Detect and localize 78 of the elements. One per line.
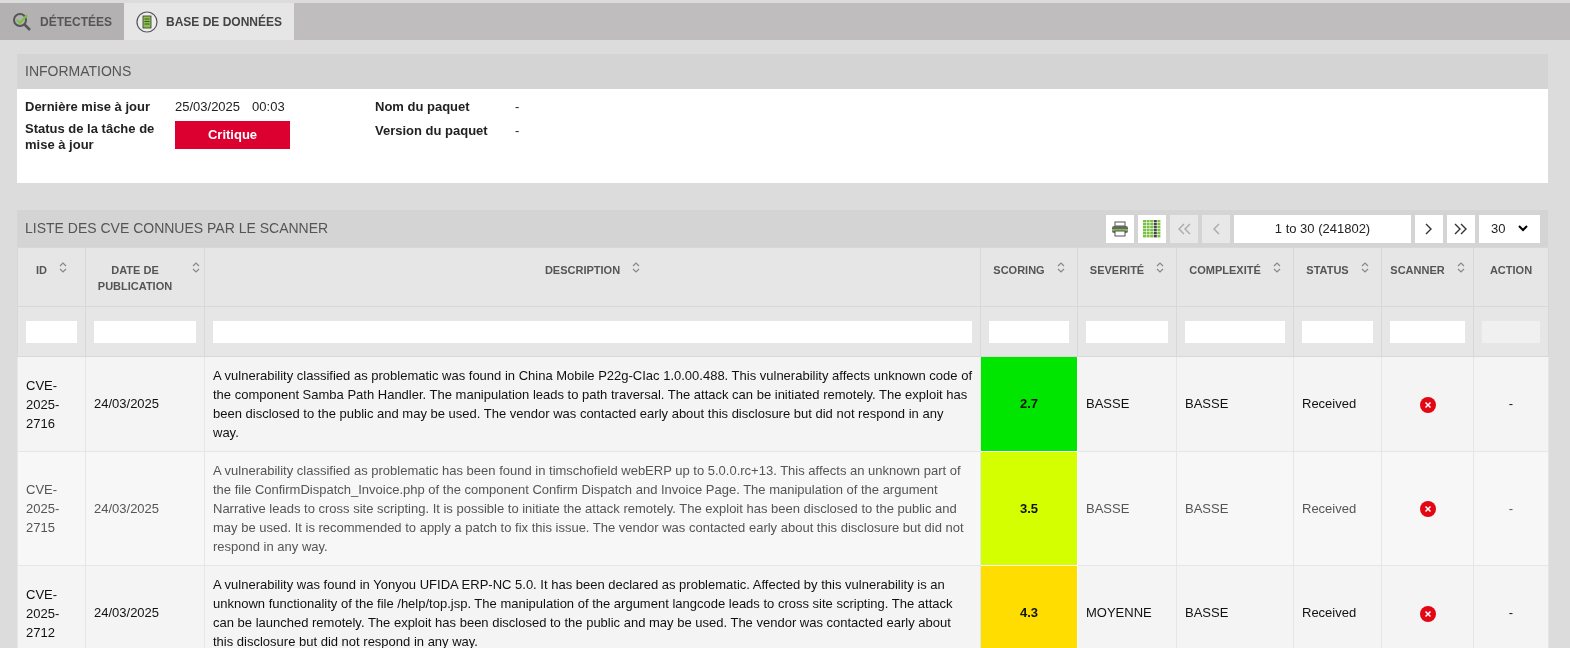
update-time: 00:03 bbox=[252, 98, 285, 116]
severity-text: BASSE bbox=[1086, 396, 1130, 412]
sort-icon[interactable] bbox=[632, 262, 641, 273]
cve-id: CVE-2025-2712 bbox=[26, 585, 61, 642]
filter-field[interactable] bbox=[1302, 320, 1373, 343]
score-cell: 2.7 bbox=[980, 356, 1078, 452]
column-header: STATUS bbox=[1306, 263, 1349, 278]
severity-text: BASSE bbox=[1086, 500, 1130, 516]
error-icon bbox=[1419, 501, 1436, 518]
severity-text: MOYENNE bbox=[1086, 605, 1152, 621]
error-icon bbox=[1419, 605, 1436, 622]
grid-icon bbox=[1143, 219, 1161, 238]
package-name-value: - bbox=[515, 98, 521, 116]
filter-field[interactable] bbox=[26, 320, 77, 343]
columns-button[interactable] bbox=[1138, 214, 1166, 243]
action-text: - bbox=[1508, 605, 1514, 621]
sort-icon[interactable] bbox=[1360, 262, 1369, 273]
description-text: A vulnerability classified as problematic was found in China Mobile P22g-CIac 1.0.00.488. This vulnerability affects unknown code of the component Samba Path Handler. The manipulation leads to path traversal. The attack can be initiated remotely. The exploit has been disclosed to the public and may be used. The vendor was contacted early about this disclosure but did not respond in any way. bbox=[213, 367, 972, 442]
column-header: SCORING bbox=[993, 263, 1045, 278]
publication-date: 24/03/2025 bbox=[94, 500, 160, 516]
clipboard-icon bbox=[136, 10, 158, 33]
publication-date: 24/03/2025 bbox=[94, 396, 160, 412]
filter-field[interactable] bbox=[1390, 320, 1465, 343]
panel-header: INFORMATIONS bbox=[17, 54, 1548, 89]
filter-field[interactable] bbox=[1185, 320, 1285, 343]
filter-field[interactable] bbox=[94, 320, 196, 343]
column-header: ID bbox=[36, 263, 47, 278]
page-range-field[interactable]: 1 to 30 (241802) bbox=[1234, 214, 1411, 243]
column-header: DATE DE PUBLICATION bbox=[96, 263, 174, 294]
status-text: Received bbox=[1302, 500, 1357, 516]
filter-field[interactable] bbox=[1086, 320, 1168, 343]
status-text: Received bbox=[1302, 396, 1357, 412]
printer-icon bbox=[1111, 220, 1129, 237]
column-header: ACTION bbox=[1489, 263, 1533, 278]
double-chevron-left-icon bbox=[1177, 222, 1191, 235]
sort-icon[interactable] bbox=[192, 262, 200, 273]
chevron-right-icon bbox=[1425, 222, 1433, 235]
last-page-button[interactable] bbox=[1447, 214, 1475, 243]
filter-field[interactable] bbox=[213, 320, 972, 343]
column-header: SEVERITÉ bbox=[1089, 263, 1145, 278]
column-header: SCANNER bbox=[1390, 263, 1445, 278]
chevron-left-icon bbox=[1212, 222, 1220, 235]
sort-icon[interactable] bbox=[1272, 262, 1281, 273]
sort-icon[interactable] bbox=[1456, 262, 1465, 273]
complexity-text: BASSE bbox=[1185, 396, 1229, 412]
field-label: Dernière mise à jour bbox=[25, 98, 151, 116]
magnifier-check-icon bbox=[12, 11, 32, 32]
publication-date: 24/03/2025 bbox=[94, 605, 160, 621]
action-text: - bbox=[1508, 396, 1514, 412]
complexity-text: BASSE bbox=[1185, 605, 1229, 621]
action-text: - bbox=[1508, 500, 1514, 516]
field-label: Nom du paquet bbox=[375, 98, 471, 116]
score-cell: 3.5 bbox=[980, 451, 1078, 566]
package-version-value: - bbox=[515, 121, 521, 140]
cve-id: CVE-2025-2715 bbox=[26, 481, 61, 537]
description-text: A vulnerability was found in Yonyou UFIDA ERP-NC 5.0. It has been declared as problematic. Affected by this vulnerability is an unknown functionality of the file /help/top.jsp. The manipulation of the argument langcode leads to cross site scripting. The attack can be launched remotely. The exploit has been disclosed to the public and may be used. The vendor was contacted early about this disclosure but did not respond in any way. bbox=[213, 576, 954, 648]
error-icon bbox=[1419, 396, 1436, 413]
status-text: Received bbox=[1302, 605, 1357, 621]
panel-title: LISTE DES CVE CONNUES PAR LE SCANNER bbox=[25, 219, 330, 238]
update-date: 25/03/2025 bbox=[175, 98, 241, 116]
complexity-text: BASSE bbox=[1185, 500, 1229, 516]
column-header: DESCRIPTION bbox=[544, 263, 621, 278]
score-cell: 4.3 bbox=[980, 565, 1078, 648]
sort-icon[interactable] bbox=[1156, 262, 1165, 273]
print-button[interactable] bbox=[1106, 214, 1134, 243]
field-label: Version du paquet bbox=[375, 121, 489, 140]
filter-field[interactable] bbox=[989, 320, 1069, 343]
chevron-down-icon bbox=[1518, 225, 1528, 232]
cve-id: CVE-2025-2716 bbox=[26, 376, 61, 433]
status-badge: Critique bbox=[175, 120, 290, 149]
sort-icon[interactable] bbox=[59, 262, 67, 273]
description-text: A vulnerability classified as problematic has been found in timschofield webERP up to 5.0.0.rc+13. This affects an unknown part of the file ConfirmDispatch_Invoice.php of the component Confirm Dispatch and Invoice Page. The manipulation of the argument Narrative leads to cross site scripting. It is possible to initiate the attack remotely. The exploit has been disclosed to the public and may be used. It is recommended to apply a patch to fix this issue. The vendor was contacted early about this disclosure but did not respond in any way. bbox=[213, 462, 965, 556]
field-label: Status de la tâche de mise à jour bbox=[25, 120, 156, 153]
tab[interactable]: BASE DE DONNÉES bbox=[124, 3, 295, 40]
page-size-select[interactable]: 30 bbox=[1479, 214, 1540, 243]
double-chevron-right-icon bbox=[1454, 222, 1468, 235]
sort-icon[interactable] bbox=[1056, 262, 1065, 273]
column-header: COMPLEXITÉ bbox=[1189, 263, 1261, 278]
